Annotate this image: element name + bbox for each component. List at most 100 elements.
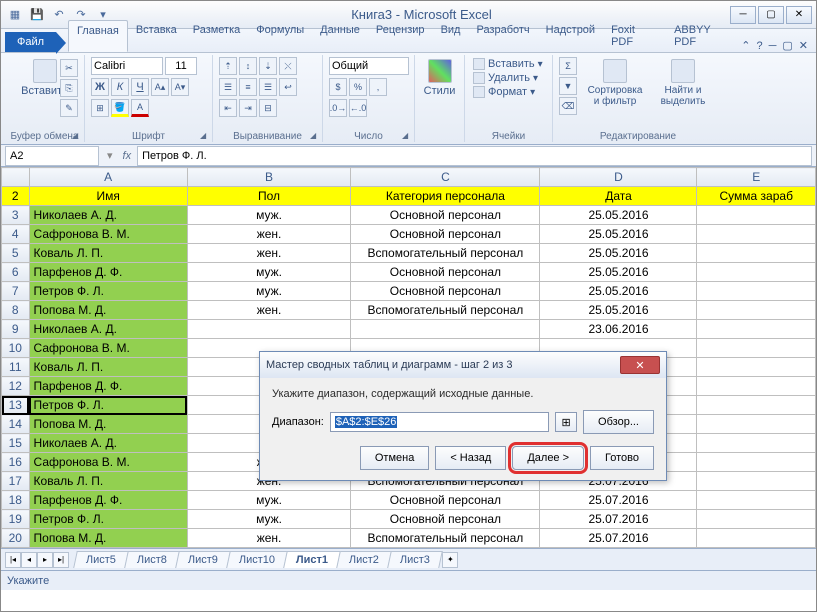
dialog-close-button[interactable]: ✕ bbox=[620, 356, 660, 374]
increase-decimal-icon[interactable]: .0→ bbox=[329, 99, 347, 117]
fx-button[interactable]: fx bbox=[117, 150, 138, 162]
cell[interactable]: жен. bbox=[187, 225, 351, 244]
column-header[interactable]: A bbox=[29, 168, 187, 187]
row-header[interactable]: 16 bbox=[2, 453, 30, 472]
column-header[interactable]: B bbox=[187, 168, 351, 187]
fill-icon[interactable]: ▼ bbox=[559, 77, 577, 95]
format-cells-button[interactable]: Формат ▾ bbox=[471, 85, 546, 99]
cell[interactable]: 25.05.2016 bbox=[540, 263, 697, 282]
undo-icon[interactable]: ↶ bbox=[49, 5, 69, 25]
italic-button[interactable]: К bbox=[111, 78, 129, 96]
cell[interactable]: Вспомогательный персонал bbox=[351, 244, 540, 263]
align-bottom-icon[interactable]: ⇣ bbox=[259, 57, 277, 75]
cell[interactable]: Вспомогательный персонал bbox=[351, 529, 540, 548]
font-name-select[interactable]: Calibri bbox=[91, 57, 163, 75]
cell[interactable]: Сафронова В. М. bbox=[29, 453, 187, 472]
mdi-minimize-icon[interactable]: ─ bbox=[769, 40, 777, 52]
comma-icon[interactable]: , bbox=[369, 78, 387, 96]
grow-font-icon[interactable]: A▴ bbox=[151, 78, 169, 96]
align-right-icon[interactable]: ☰ bbox=[259, 78, 277, 96]
ribbon-tab[interactable]: Вид bbox=[433, 20, 469, 52]
cell[interactable] bbox=[187, 320, 351, 339]
wrap-text-icon[interactable]: ↩ bbox=[279, 78, 297, 96]
cell[interactable]: Коваль Л. П. bbox=[29, 244, 187, 263]
file-tab[interactable]: Файл bbox=[5, 32, 56, 52]
format-painter-icon[interactable]: ✎ bbox=[60, 99, 78, 117]
name-box-dropdown-icon[interactable]: ▾ bbox=[103, 149, 117, 162]
sheet-tab[interactable]: Лист2 bbox=[337, 551, 393, 568]
borders-icon[interactable]: ⊞ bbox=[91, 99, 109, 117]
insert-cells-button[interactable]: Вставить ▾ bbox=[471, 57, 546, 71]
cell[interactable]: 25.07.2016 bbox=[540, 510, 697, 529]
cell[interactable] bbox=[697, 377, 816, 396]
cell[interactable]: 25.05.2016 bbox=[540, 206, 697, 225]
row-header[interactable]: 10 bbox=[2, 339, 30, 358]
number-format-select[interactable]: Общий bbox=[329, 57, 409, 75]
formula-input[interactable]: Петров Ф. Л. bbox=[137, 146, 812, 166]
cell[interactable] bbox=[697, 415, 816, 434]
browse-button[interactable]: Обзор... bbox=[583, 410, 654, 434]
autosum-icon[interactable]: Σ bbox=[559, 57, 577, 75]
cell[interactable]: Основной персонал bbox=[351, 263, 540, 282]
cell[interactable]: Сафронова В. М. bbox=[29, 339, 187, 358]
cell[interactable]: жен. bbox=[187, 529, 351, 548]
next-button[interactable]: Далее > bbox=[512, 446, 584, 470]
ribbon-tab[interactable]: ABBYY PDF bbox=[666, 20, 741, 52]
cell[interactable]: Парфенов Д. Ф. bbox=[29, 491, 187, 510]
orientation-icon[interactable]: ⤬ bbox=[279, 57, 297, 75]
copy-icon[interactable]: ⎘ bbox=[60, 79, 78, 97]
row-header[interactable]: 20 bbox=[2, 529, 30, 548]
cell[interactable]: муж. bbox=[187, 510, 351, 529]
cell[interactable]: Основной персонал bbox=[351, 510, 540, 529]
decrease-indent-icon[interactable]: ⇤ bbox=[219, 99, 237, 117]
cell[interactable]: 25.07.2016 bbox=[540, 491, 697, 510]
cell[interactable]: Петров Ф. Л. bbox=[29, 396, 187, 415]
header-cell[interactable]: Имя bbox=[29, 187, 187, 206]
cell[interactable] bbox=[697, 244, 816, 263]
mdi-restore-icon[interactable]: ▢ bbox=[782, 39, 792, 52]
cell[interactable]: Коваль Л. П. bbox=[29, 358, 187, 377]
cell[interactable] bbox=[697, 301, 816, 320]
cell[interactable]: Основной персонал bbox=[351, 206, 540, 225]
cell[interactable]: Коваль Л. П. bbox=[29, 472, 187, 491]
align-left-icon[interactable]: ☰ bbox=[219, 78, 237, 96]
font-size-select[interactable]: 11 bbox=[165, 57, 197, 75]
number-launcher-icon[interactable]: ◢ bbox=[402, 131, 412, 141]
cell[interactable]: Основной персонал bbox=[351, 282, 540, 301]
cut-icon[interactable]: ✂ bbox=[60, 59, 78, 77]
cell[interactable]: Николаев А. Д. bbox=[29, 434, 187, 453]
row-header[interactable]: 2 bbox=[2, 187, 30, 206]
finish-button[interactable]: Готово bbox=[590, 446, 654, 470]
sheet-tab[interactable]: Лист10 bbox=[226, 551, 288, 568]
cell[interactable]: Попова М. Д. bbox=[29, 301, 187, 320]
cell[interactable]: Николаев А. Д. bbox=[29, 206, 187, 225]
cell[interactable] bbox=[697, 529, 816, 548]
header-cell[interactable]: Пол bbox=[187, 187, 351, 206]
cell[interactable]: 25.05.2016 bbox=[540, 225, 697, 244]
sheet-tab[interactable]: Лист9 bbox=[175, 551, 231, 568]
header-cell[interactable]: Категория персонала bbox=[351, 187, 540, 206]
row-header[interactable]: 18 bbox=[2, 491, 30, 510]
sheet-nav-next-icon[interactable]: ▸ bbox=[37, 552, 53, 568]
cell[interactable]: 25.05.2016 bbox=[540, 282, 697, 301]
cell[interactable]: Петров Ф. Л. bbox=[29, 282, 187, 301]
align-top-icon[interactable]: ⇡ bbox=[219, 57, 237, 75]
ribbon-tab[interactable]: Разметка bbox=[185, 20, 249, 52]
row-header[interactable]: 14 bbox=[2, 415, 30, 434]
row-header[interactable]: 19 bbox=[2, 510, 30, 529]
cell[interactable] bbox=[697, 510, 816, 529]
ribbon-tab[interactable]: Вставка bbox=[128, 20, 185, 52]
cell[interactable]: 25.05.2016 bbox=[540, 244, 697, 263]
range-input[interactable]: $A$2:$E$26 bbox=[330, 412, 549, 432]
align-middle-icon[interactable]: ↕ bbox=[239, 57, 257, 75]
sheet-tab[interactable]: Лист3 bbox=[388, 551, 444, 568]
ribbon-tab[interactable]: Разработч bbox=[468, 20, 537, 52]
excel-icon[interactable]: ▦ bbox=[5, 5, 25, 25]
cell[interactable]: Попова М. Д. bbox=[29, 529, 187, 548]
sheet-tab[interactable]: Лист5 bbox=[73, 551, 129, 568]
percent-icon[interactable]: % bbox=[349, 78, 367, 96]
ribbon-tab[interactable]: Формулы bbox=[248, 20, 312, 52]
sort-filter-button[interactable]: Сортировка и фильтр bbox=[585, 57, 645, 109]
ribbon-tab[interactable]: Рецензир bbox=[368, 20, 433, 52]
ribbon-tab[interactable]: Надстрой bbox=[538, 20, 603, 52]
